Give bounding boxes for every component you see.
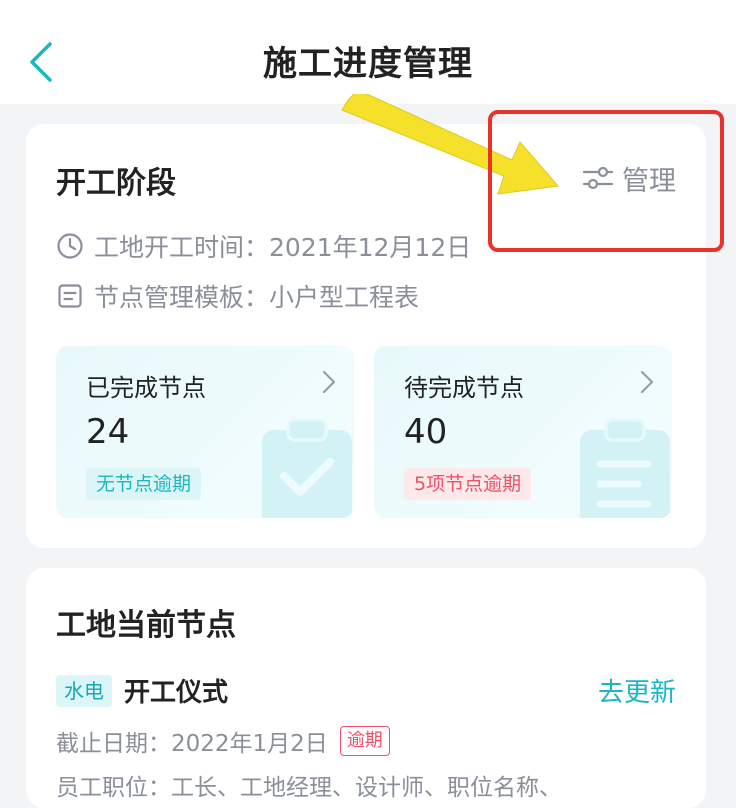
clock-icon	[57, 233, 83, 259]
staff-roles-text: 员工职位：工长、工地经理、设计师、职位名称、	[56, 775, 562, 801]
clipboard-check-icon	[262, 418, 352, 518]
manage-label: 管理	[622, 165, 676, 197]
completed-nodes-card[interactable]: 已完成节点 24 无节点逾期	[56, 346, 354, 518]
manage-button[interactable]: 管理	[582, 160, 676, 197]
clipboard-list-icon	[580, 418, 670, 518]
document-icon	[58, 284, 82, 308]
template-text: 节点管理模板：小户型工程表	[94, 283, 420, 312]
pending-label: 待完成节点	[404, 374, 524, 402]
completed-status-badge: 无节点逾期	[86, 468, 202, 500]
pending-nodes-card[interactable]: 待完成节点 40 5项节点逾期	[374, 346, 672, 518]
deadline-text: 截止日期：2022年1月2日	[56, 731, 328, 757]
page-title: 施工进度管理	[263, 44, 473, 84]
stage-card: 开工阶段 管理 工地开工时间：2021年12月12日 节点管理模板：小户型工程表…	[26, 124, 706, 548]
stage-title: 开工阶段	[56, 166, 176, 201]
pending-status-badge: 5项节点逾期	[404, 468, 532, 500]
completed-count: 24	[86, 412, 130, 452]
template-row: 节点管理模板：小户型工程表	[56, 278, 419, 314]
overdue-badge: 逾期	[339, 726, 390, 756]
start-time-row: 工地开工时间：2021年12月12日	[56, 228, 471, 264]
sliders-icon	[582, 166, 614, 190]
node-name: 开工仪式	[124, 678, 229, 708]
chevron-right-icon	[323, 371, 335, 393]
chevron-right-icon	[641, 371, 653, 393]
current-node-card: 工地当前节点 水电 开工仪式 去更新 截止日期：2022年1月2日 逾期 员工职…	[26, 568, 706, 808]
start-time-text: 工地开工时间：2021年12月12日	[94, 233, 472, 262]
category-tag: 水电	[56, 674, 112, 707]
node-row: 水电 开工仪式	[56, 672, 228, 709]
completed-label: 已完成节点	[86, 374, 206, 402]
top-nav-bar: 施工进度管理	[0, 0, 736, 104]
pending-count: 40	[404, 412, 448, 452]
update-link[interactable]: 去更新	[598, 672, 676, 709]
current-node-title: 工地当前节点	[56, 608, 236, 643]
deadline-row: 截止日期：2022年1月2日 逾期	[56, 724, 390, 758]
